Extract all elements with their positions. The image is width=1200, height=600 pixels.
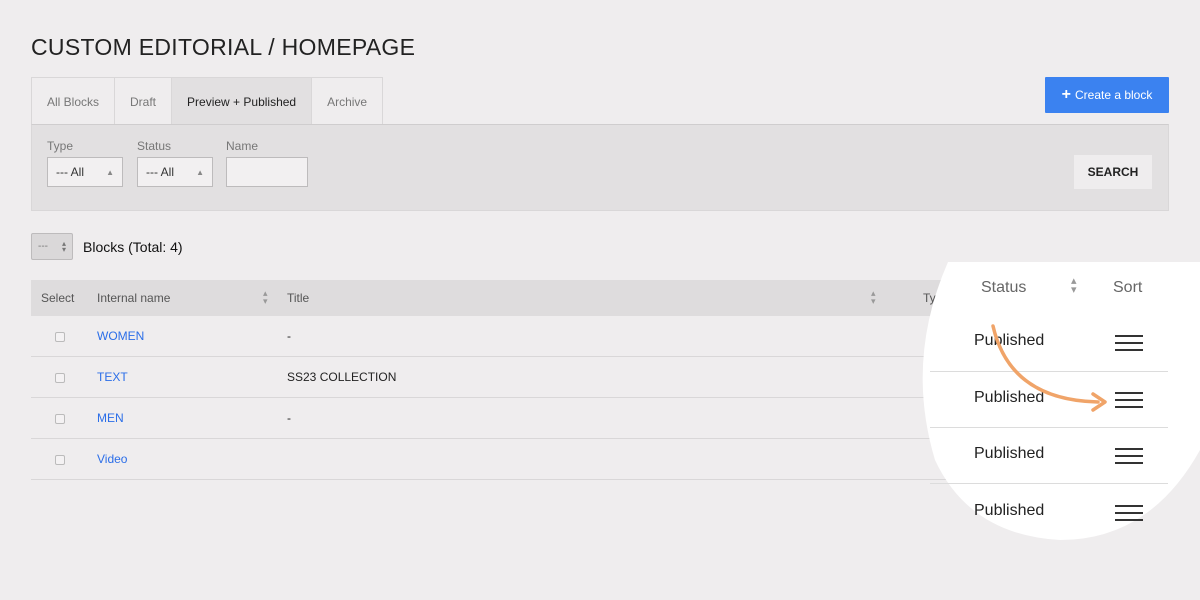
chevron-up-icon: ▲ (106, 167, 114, 177)
name-filter-label: Name (226, 139, 259, 153)
header-type: Type (923, 291, 950, 305)
row-status: Published (974, 502, 1045, 519)
zoom-header-status: Status (981, 279, 1027, 296)
name-filter: Name (226, 139, 308, 187)
blocks-header: --- ▴ ▾ Blocks (Total: 4) (31, 233, 183, 260)
tab-archive[interactable]: Archive (312, 78, 382, 125)
blocks-title: Blocks (Total: 4) (83, 238, 183, 255)
sort-arrows-icon[interactable]: ▴ ▾ (871, 289, 876, 306)
header-select: Select (41, 291, 75, 305)
row-checkbox[interactable] (55, 414, 65, 424)
drag-handle-icon[interactable] (1115, 505, 1143, 521)
tab-bar: All Blocks Draft Preview + Published Arc… (31, 77, 384, 125)
chevron-up-icon: ▲ (196, 167, 204, 177)
row-title: - (287, 411, 291, 425)
type-filter: Type --- All ▲ (47, 139, 123, 187)
row-status: Published (974, 332, 1045, 349)
select-arrows-icon: ▴ ▾ (61, 238, 66, 254)
status-select[interactable]: --- All ▲ (137, 157, 213, 187)
drag-handle-icon[interactable] (1115, 392, 1143, 408)
type-filter-label: Type (47, 139, 74, 153)
name-input[interactable] (226, 157, 308, 187)
header-internal-name[interactable]: Internal name (97, 291, 170, 305)
sort-arrows-icon[interactable]: ▴ ▾ (263, 289, 268, 306)
drag-handle-icon[interactable] (1115, 448, 1143, 464)
per-page-select[interactable]: --- ▴ ▾ (31, 233, 73, 260)
create-block-button[interactable]: + Create a block (1045, 77, 1169, 113)
status-filter-label: Status (137, 139, 172, 153)
plus-icon: + (1061, 86, 1071, 103)
header-title[interactable]: Title (287, 291, 309, 305)
zoom-header-sort: Sort (1113, 279, 1143, 296)
row-status: Published (974, 389, 1045, 406)
row-title: SS23 COLLECTION (287, 370, 397, 384)
drag-handle-icon[interactable] (1115, 335, 1143, 351)
tab-all-blocks[interactable]: All Blocks (32, 78, 116, 125)
row-internal-name-link[interactable]: WOMEN (97, 329, 144, 343)
status-filter: Status --- All ▲ (137, 139, 213, 187)
type-select-value: --- All (56, 165, 84, 179)
row-internal-name-link[interactable]: MEN (97, 411, 124, 425)
row-title: - (287, 329, 291, 343)
filter-panel: Type --- All ▲ Status --- All ▲ Name SEA… (31, 124, 1169, 211)
row-checkbox[interactable] (55, 373, 65, 383)
row-checkbox[interactable] (55, 455, 65, 465)
row-checkbox[interactable] (55, 332, 65, 342)
search-button[interactable]: SEARCH (1074, 155, 1152, 189)
row-internal-name-link[interactable]: Video (97, 452, 127, 466)
page-title: CUSTOM EDITORIAL / HOMEPAGE (31, 34, 416, 60)
create-block-label: Create a block (1074, 88, 1153, 102)
tab-draft[interactable]: Draft (115, 78, 173, 125)
tab-preview-published[interactable]: Preview + Published (172, 78, 313, 125)
type-select[interactable]: --- All ▲ (47, 157, 123, 187)
status-select-value: --- All (146, 165, 174, 179)
per-page-value: --- (38, 241, 48, 252)
row-internal-name-link[interactable]: TEXT (97, 370, 128, 384)
row-status: Published (974, 445, 1045, 462)
sort-arrows-icon[interactable]: ▴ ▾ (1071, 276, 1077, 296)
